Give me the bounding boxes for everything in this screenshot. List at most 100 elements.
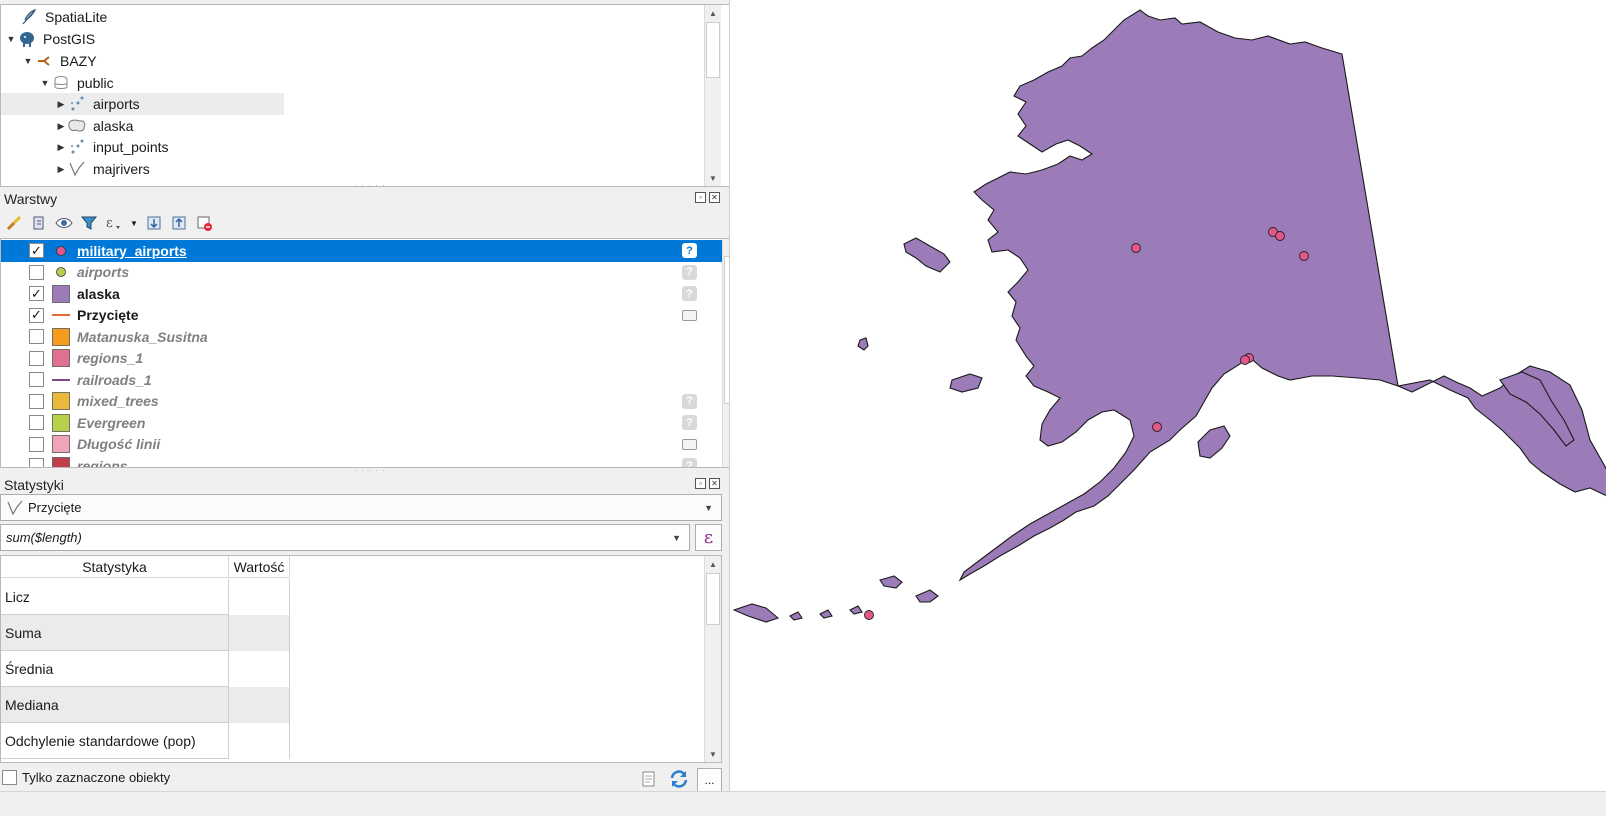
- layer-row[interactable]: Matanuska_Susitna: [1, 326, 723, 348]
- layer-visibility-checkbox[interactable]: [29, 329, 44, 345]
- add-group-icon[interactable]: [29, 213, 49, 233]
- line-symbol-icon: [52, 306, 70, 324]
- stat-value-cell: [229, 687, 290, 723]
- refresh-icon[interactable]: [668, 768, 690, 790]
- layer-visibility-checkbox[interactable]: ✓: [29, 243, 44, 259]
- scroll-down-icon[interactable]: ▼: [705, 746, 721, 762]
- layer-name: Evergreen: [77, 414, 146, 431]
- chevron-down-icon[interactable]: ▼: [22, 55, 34, 67]
- stat-name-cell: Odchylenie standardowe (pop): [1, 723, 229, 759]
- stat-value-cell: [229, 723, 290, 759]
- layer-visibility-checkbox[interactable]: [29, 393, 44, 409]
- collapse-all-icon[interactable]: [169, 213, 189, 233]
- chevron-down-icon[interactable]: ▼: [704, 503, 713, 513]
- table-row[interactable]: Suma: [1, 615, 290, 651]
- unknown-crs-icon[interactable]: ?: [682, 264, 697, 280]
- layer-row[interactable]: regions_1: [1, 348, 723, 370]
- tree-item-postgis[interactable]: ▼ PostGIS: [5, 28, 95, 50]
- layers-panel-buttons: ▫ ✕: [695, 192, 720, 203]
- chevron-down-icon[interactable]: ▼: [672, 533, 681, 543]
- layer-name: airports: [77, 264, 130, 281]
- layer-row[interactable]: ✓ alaska?: [1, 283, 723, 305]
- scroll-up-icon[interactable]: ▲: [705, 556, 721, 572]
- tree-item-bazy[interactable]: ▼ BAZY: [22, 50, 97, 72]
- table-row[interactable]: Średnia: [1, 651, 290, 687]
- close-icon[interactable]: ✕: [709, 478, 720, 489]
- layer-visibility-checkbox[interactable]: [29, 264, 44, 280]
- chevron-right-icon[interactable]: ▶: [55, 120, 67, 132]
- unknown-crs-icon[interactable]: ?: [682, 415, 697, 431]
- float-panel-icon[interactable]: ▫: [695, 478, 706, 489]
- stats-scrollbar[interactable]: ▲ ▼: [704, 556, 721, 762]
- remove-layer-icon[interactable]: [194, 213, 214, 233]
- column-header-value[interactable]: Wartość: [229, 556, 290, 578]
- tree-item-label: input_points: [93, 139, 169, 155]
- tree-item-spatialite[interactable]: SpatiaLite: [7, 6, 107, 28]
- layer-visibility-checkbox[interactable]: [29, 372, 44, 388]
- expression-value: sum($length): [6, 530, 82, 545]
- layers-list: ✓ military_airports? airports? ✓ alaska? ✓ Prz…: [0, 238, 740, 468]
- chevron-down-icon[interactable]: ▼: [129, 213, 139, 233]
- table-row[interactable]: Odchylenie standardowe (pop): [1, 723, 290, 759]
- unknown-crs-icon[interactable]: ?: [682, 286, 697, 302]
- polygon-layer-icon: [67, 117, 87, 135]
- column-header-statistic[interactable]: Statystyka: [1, 556, 229, 578]
- layer-visibility-checkbox[interactable]: ✓: [29, 286, 44, 302]
- layer-select[interactable]: Przycięte ▼: [0, 494, 722, 521]
- selected-only-checkbox[interactable]: [2, 770, 17, 785]
- layer-row[interactable]: airports?: [1, 262, 723, 284]
- database-schema-icon: [51, 74, 71, 92]
- layer-row[interactable]: ✓ Przycięte: [1, 305, 723, 327]
- browser-scrollbar[interactable]: ▲ ▼: [704, 5, 721, 186]
- chevron-down-icon[interactable]: ▼: [5, 33, 17, 45]
- close-icon[interactable]: ✕: [709, 192, 720, 203]
- table-row[interactable]: Mediana: [1, 687, 290, 723]
- tree-item-public[interactable]: ▼ public: [39, 72, 114, 94]
- filter-icon[interactable]: [79, 213, 99, 233]
- aleutian-2: [915, 589, 939, 603]
- layer-visibility-checkbox[interactable]: [29, 436, 44, 452]
- chevron-down-icon[interactable]: ▼: [39, 77, 51, 89]
- expression-builder-button[interactable]: ε: [695, 524, 722, 551]
- tree-item-majrivers[interactable]: ▶ majrivers: [55, 158, 150, 180]
- copy-icon[interactable]: [641, 770, 657, 788]
- eye-icon[interactable]: [54, 213, 74, 233]
- chevron-right-icon[interactable]: ▶: [55, 163, 67, 175]
- splitter-handle[interactable]: · · · · ·: [0, 466, 740, 475]
- splitter-handle[interactable]: · · · · ·: [0, 181, 740, 190]
- layer-visibility-checkbox[interactable]: [29, 350, 44, 366]
- chevron-right-icon[interactable]: ▶: [55, 141, 67, 153]
- map-svg: [732, 9, 1606, 623]
- temporary-layer-icon[interactable]: [682, 437, 697, 452]
- temporary-layer-icon[interactable]: [682, 308, 697, 323]
- more-button[interactable]: ...: [697, 768, 722, 792]
- float-panel-icon[interactable]: ▫: [695, 192, 706, 203]
- nunivak-island: [949, 373, 983, 393]
- layer-visibility-checkbox[interactable]: ✓: [29, 307, 44, 323]
- unknown-crs-icon[interactable]: ?: [682, 243, 697, 259]
- layer-visibility-checkbox[interactable]: [29, 415, 44, 431]
- qgis-window: SpatiaLite ▼ PostGIS ▼ BAZY ▼ public ▶ a…: [0, 0, 1606, 816]
- expression-field[interactable]: sum($length) ▼: [0, 524, 690, 551]
- layer-row[interactable]: ✓ military_airports?: [1, 240, 723, 262]
- tree-item-alaska[interactable]: ▶ alaska: [55, 115, 134, 137]
- layer-name: regions_1: [77, 350, 144, 367]
- tree-item-airports[interactable]: ▶ airports: [1, 93, 284, 115]
- layer-row[interactable]: mixed_trees?: [1, 391, 723, 413]
- chevron-right-icon[interactable]: ▶: [55, 98, 67, 110]
- expression-filter-icon[interactable]: ε: [104, 213, 124, 233]
- map-canvas[interactable]: [729, 0, 1606, 791]
- selected-only-label: Tylko zaznaczone obiekty: [22, 770, 171, 785]
- style-brush-icon[interactable]: [4, 213, 24, 233]
- unknown-crs-icon[interactable]: ?: [682, 393, 697, 409]
- layer-row[interactable]: railroads_1: [1, 369, 723, 391]
- scroll-thumb[interactable]: [706, 573, 720, 625]
- table-row[interactable]: Licz: [1, 579, 290, 615]
- layer-row[interactable]: Długość linii: [1, 434, 723, 456]
- point-layer-icon: [67, 95, 87, 113]
- expand-all-icon[interactable]: [144, 213, 164, 233]
- scroll-thumb[interactable]: [706, 22, 720, 78]
- tree-item-input-points[interactable]: ▶ input_points: [55, 136, 169, 158]
- scroll-up-icon[interactable]: ▲: [705, 5, 721, 21]
- layer-row[interactable]: Evergreen?: [1, 412, 723, 434]
